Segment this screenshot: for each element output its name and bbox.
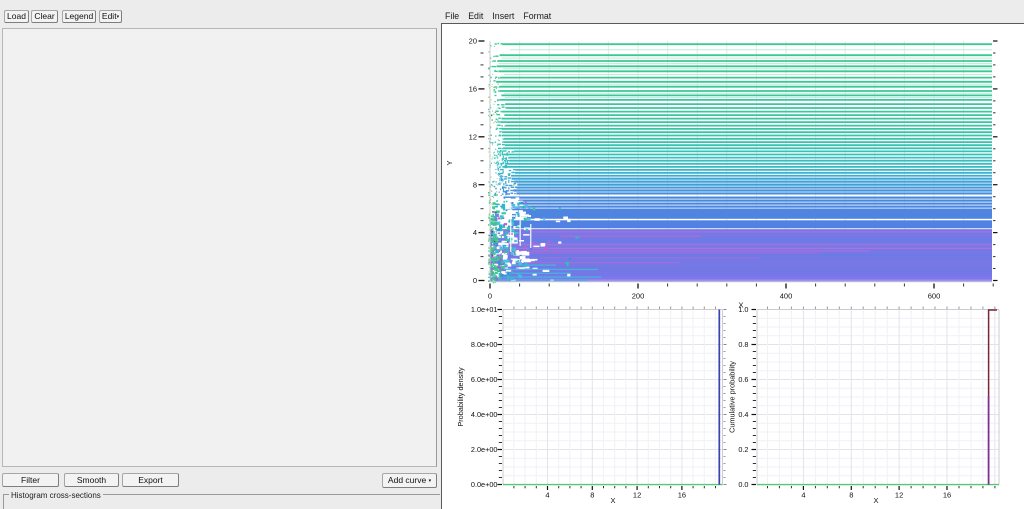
svg-text:8: 8: [473, 180, 477, 189]
svg-text:Cumulative probability: Cumulative probability: [728, 361, 737, 433]
svg-text:4: 4: [545, 491, 549, 500]
svg-text:12: 12: [469, 132, 477, 141]
svg-text:8: 8: [590, 491, 594, 500]
svg-text:0.0: 0.0: [738, 480, 748, 489]
svg-text:0.2: 0.2: [738, 445, 748, 454]
svg-text:0: 0: [488, 292, 492, 301]
svg-text:12: 12: [895, 491, 903, 500]
svg-text:8.0e+00: 8.0e+00: [471, 340, 498, 349]
svg-text:2.0e+00: 2.0e+00: [471, 445, 498, 454]
svg-text:4: 4: [473, 228, 477, 237]
svg-text:4.0e+00: 4.0e+00: [471, 410, 498, 419]
svg-text:400: 400: [780, 292, 793, 301]
svg-text:1.0: 1.0: [738, 305, 748, 314]
svg-text:16: 16: [943, 491, 951, 500]
svg-text:20: 20: [469, 37, 477, 46]
svg-text:1.0e+01: 1.0e+01: [471, 305, 498, 314]
svg-text:0.6: 0.6: [738, 375, 748, 384]
svg-text:4: 4: [801, 491, 805, 500]
svg-text:12: 12: [633, 491, 641, 500]
svg-text:16: 16: [469, 85, 477, 94]
svg-text:0.0e+00: 0.0e+00: [471, 480, 498, 489]
svg-text:0.4: 0.4: [738, 410, 748, 419]
svg-text:200: 200: [632, 292, 645, 301]
svg-text:0.8: 0.8: [738, 340, 748, 349]
svg-text:0: 0: [473, 276, 477, 285]
svg-text:Y: Y: [445, 160, 454, 165]
svg-text:600: 600: [928, 292, 941, 301]
svg-text:6.0e+00: 6.0e+00: [471, 375, 498, 384]
svg-text:8: 8: [849, 491, 853, 500]
svg-text:X: X: [610, 496, 615, 505]
svg-text:Probability density: Probability density: [456, 367, 465, 427]
svg-text:16: 16: [678, 491, 686, 500]
svg-text:X: X: [873, 496, 878, 505]
